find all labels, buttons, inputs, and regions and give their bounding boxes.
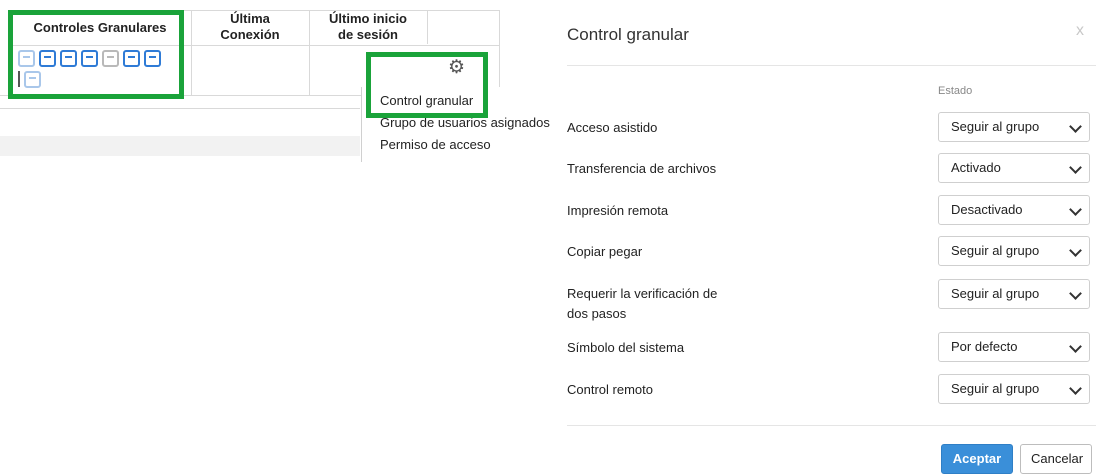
select-remote-control[interactable]: Seguir al grupo <box>938 374 1090 404</box>
row-label-two-step-line1: Requerir la verificación de <box>567 286 718 301</box>
select-value: Seguir al grupo <box>951 381 1040 396</box>
select-value: Seguir al grupo <box>951 243 1040 258</box>
col-header-last-connection-line1: Última <box>230 11 270 26</box>
col-header-last-login-line1: Último inicio <box>329 11 407 26</box>
menu-item-access-permission[interactable]: Permiso de acceso <box>362 134 562 156</box>
users-table-fragment: Controles Granulares Última Conexión Últ… <box>0 0 562 162</box>
row-label-assisted-access: Acceso asistido <box>567 120 658 135</box>
highlight-granular-column <box>8 10 184 99</box>
row-label-file-transfer: Transferencia de archivos <box>567 161 717 176</box>
chevron-down-icon <box>1069 161 1082 174</box>
table-col-divider <box>499 10 500 96</box>
select-two-step[interactable]: Seguir al grupo <box>938 279 1090 309</box>
col-header-last-connection-line2: Conexión <box>220 27 280 42</box>
row-label-remote-control: Control remoto <box>567 382 653 397</box>
highlight-gear-menu-overlay <box>366 52 488 118</box>
select-assisted-access[interactable]: Seguir al grupo <box>938 112 1090 142</box>
select-value: Seguir al grupo <box>951 119 1040 134</box>
chevron-down-icon <box>1069 340 1082 353</box>
chevron-down-icon <box>1069 244 1082 257</box>
row-label-two-step-line2: dos pasos <box>567 306 627 321</box>
select-value: Activado <box>951 160 1001 175</box>
select-remote-printing[interactable]: Desactivado <box>938 195 1090 225</box>
row-label-two-step: Requerir la verificación de dos pasos <box>567 284 747 324</box>
row-label-copy-paste: Copiar pegar <box>567 244 643 259</box>
close-icon[interactable]: x <box>1076 22 1084 40</box>
select-value: Desactivado <box>951 202 1023 217</box>
table-footer-strip <box>0 136 360 156</box>
chevron-down-icon <box>1069 382 1082 395</box>
col-header-last-login[interactable]: Último inicio de sesión <box>310 11 426 47</box>
col-header-last-connection[interactable]: Última Conexión <box>192 11 308 47</box>
chevron-down-icon <box>1069 287 1082 300</box>
row-label-remote-printing: Impresión remota <box>567 203 669 218</box>
dialog-footer-divider <box>567 425 1096 426</box>
table-col-divider <box>427 10 428 44</box>
select-value: Por defecto <box>951 339 1018 354</box>
table-row-divider <box>0 108 360 109</box>
select-copy-paste[interactable]: Seguir al grupo <box>938 236 1090 266</box>
select-system-symbol[interactable]: Por defecto <box>938 332 1090 362</box>
state-column-header: Estado <box>938 85 973 97</box>
select-value: Seguir al grupo <box>951 286 1040 301</box>
select-file-transfer[interactable]: Activado <box>938 153 1090 183</box>
col-header-last-login-line2: de sesión <box>338 27 398 42</box>
cancel-button[interactable]: Cancelar <box>1020 444 1092 474</box>
chevron-down-icon <box>1069 203 1082 216</box>
accept-button[interactable]: Aceptar <box>941 444 1013 474</box>
chevron-down-icon <box>1069 120 1082 133</box>
row-label-system-symbol: Símbolo del sistema <box>567 340 685 355</box>
dialog-header-divider <box>567 65 1096 66</box>
dialog-title: Control granular <box>567 25 689 44</box>
granular-control-dialog: Control granular x Estado Acceso asistid… <box>553 0 1096 474</box>
